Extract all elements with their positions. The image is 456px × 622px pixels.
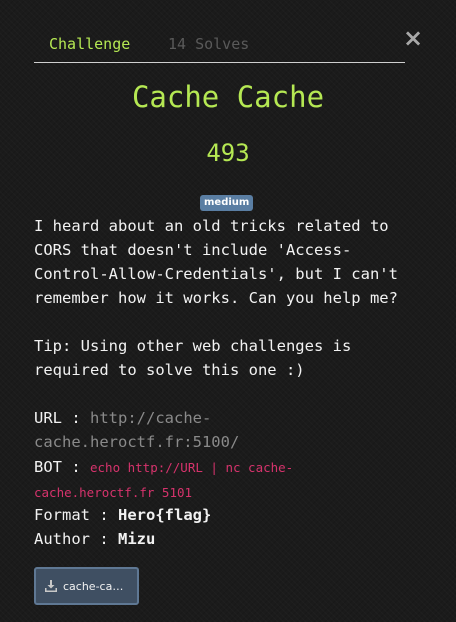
format-label: Format : [34, 506, 118, 524]
challenge-modal: Challenge 14 Solves × Cache Cache 493 me… [0, 0, 456, 622]
author-label: Author : [34, 530, 118, 548]
bot-line: BOT : echo http://URL | nc cache- cache.… [34, 455, 429, 505]
tab-challenge[interactable]: Challenge [49, 34, 130, 54]
author-value: Mizu [118, 530, 156, 548]
bot-label: BOT : [34, 458, 90, 476]
file-download-button[interactable]: cache-ca… [34, 567, 139, 605]
close-icon[interactable]: × [402, 26, 424, 50]
challenge-description: I heard about an old tricks related to C… [34, 217, 398, 379]
url-line: URL : http://cache- cache.heroctf.fr:510… [34, 406, 429, 454]
file-name: cache-ca… [63, 579, 124, 593]
tab-bar: Challenge 14 Solves [34, 30, 405, 63]
tab-solves[interactable]: 14 Solves [168, 34, 249, 54]
format-line: Format : Hero{flag} [34, 503, 429, 527]
download-icon [45, 580, 57, 592]
author-line: Author : Mizu [34, 527, 429, 551]
format-value: Hero{flag} [118, 506, 212, 524]
url-label: URL : [34, 409, 90, 427]
challenge-points: 493 [206, 139, 250, 167]
difficulty-badge: medium [200, 195, 254, 211]
challenge-title: Cache Cache [131, 80, 325, 114]
